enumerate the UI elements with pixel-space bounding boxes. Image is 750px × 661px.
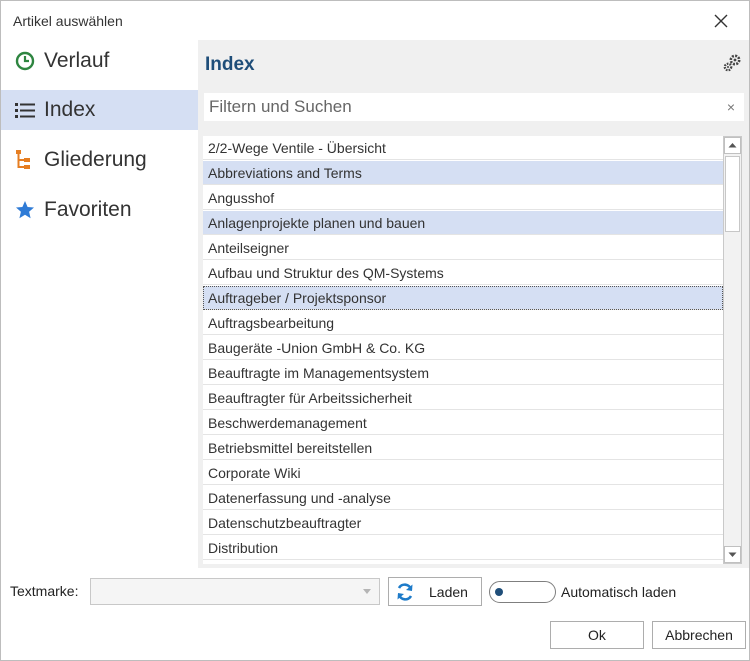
list-item[interactable]: Baugeräte -Union GmbH & Co. KG: [203, 336, 723, 360]
list-item[interactable]: Betriebsmittel bereitstellen: [203, 436, 723, 460]
scroll-thumb[interactable]: [725, 156, 740, 232]
sidebar-item-index[interactable]: Index: [1, 90, 198, 130]
scroll-down-button[interactable]: [724, 546, 741, 563]
list-item[interactable]: Beauftragte im Managementsystem: [203, 361, 723, 385]
list-item[interactable]: 2/2-Wege Ventile - Übersicht: [203, 136, 723, 160]
laden-label: Laden: [429, 583, 468, 600]
list-icon: [14, 99, 36, 121]
list-item[interactable]: Aufbau und Struktur des QM-Systems: [203, 261, 723, 285]
search-box: ×: [203, 92, 745, 122]
list-item[interactable]: Beschwerdemanagement: [203, 411, 723, 435]
page-title: Index: [205, 54, 255, 75]
cancel-button[interactable]: Abbrechen: [652, 621, 746, 649]
close-icon[interactable]: [707, 7, 735, 35]
auto-load-toggle[interactable]: [489, 581, 556, 603]
dialog-title: Artikel auswählen: [13, 13, 123, 29]
ok-button[interactable]: Ok: [550, 621, 644, 649]
sidebar-item-label: Favoriten: [44, 198, 132, 221]
list-item[interactable]: Auftragsbearbeitung: [203, 311, 723, 335]
list-scrollbar[interactable]: [723, 136, 742, 564]
sidebar-item-verlauf[interactable]: Verlauf: [1, 41, 198, 81]
auto-load-label: Automatisch laden: [561, 584, 677, 600]
list-item[interactable]: Angusshof: [203, 186, 723, 210]
index-panel: Index × 2/2-Wege Ventile - ÜbersichtAbbr…: [198, 40, 749, 568]
scroll-up-button[interactable]: [724, 137, 741, 154]
sidebar-item-label: Verlauf: [44, 49, 110, 72]
sidebar-item-favoriten[interactable]: Favoriten: [1, 190, 198, 230]
list-item[interactable]: Datenschutzbeauftragter: [203, 511, 723, 535]
list-item[interactable]: Anteilseigner: [203, 236, 723, 260]
toggle-knob: [495, 588, 503, 596]
gear-icon[interactable]: [722, 53, 744, 73]
list-item[interactable]: Anlagenprojekte planen und bauen: [203, 211, 723, 235]
clock-icon: [14, 50, 36, 72]
star-icon: [14, 199, 36, 221]
textmarke-select[interactable]: [90, 578, 380, 605]
article-select-dialog: Artikel auswählen Verlauf Index Gliederu…: [0, 0, 750, 661]
clear-search-icon[interactable]: ×: [722, 97, 740, 117]
textmarke-label: Textmarke:: [10, 583, 79, 599]
sidebar-item-gliederung[interactable]: Gliederung: [1, 140, 198, 180]
chevron-down-icon: [363, 589, 371, 594]
list-item[interactable]: Beauftragter für Arbeitssicherheit: [203, 386, 723, 410]
list-item[interactable]: Datenerfassung und -analyse: [203, 486, 723, 510]
laden-button[interactable]: Laden: [388, 577, 482, 606]
index-list: 2/2-Wege Ventile - Übersicht Abbreviation…: [203, 136, 723, 564]
list-item[interactable]: Abbreviations and Terms: [203, 161, 723, 185]
refresh-icon: [397, 582, 413, 601]
panel-header: Index: [198, 40, 749, 90]
sidebar-item-label: Gliederung: [44, 148, 147, 171]
list-item[interactable]: Distribution: [203, 536, 723, 560]
list-item[interactable]: Auftrageber / Projektsponsor: [203, 286, 723, 310]
sidebar-item-label: Index: [44, 98, 96, 121]
sidebar: Verlauf Index Gliederung Favoriten: [1, 40, 198, 560]
outline-tree-icon: [14, 149, 36, 171]
list-item[interactable]: Corporate Wiki: [203, 461, 723, 485]
titlebar: Artikel auswählen: [1, 1, 749, 41]
search-input[interactable]: [209, 97, 709, 117]
